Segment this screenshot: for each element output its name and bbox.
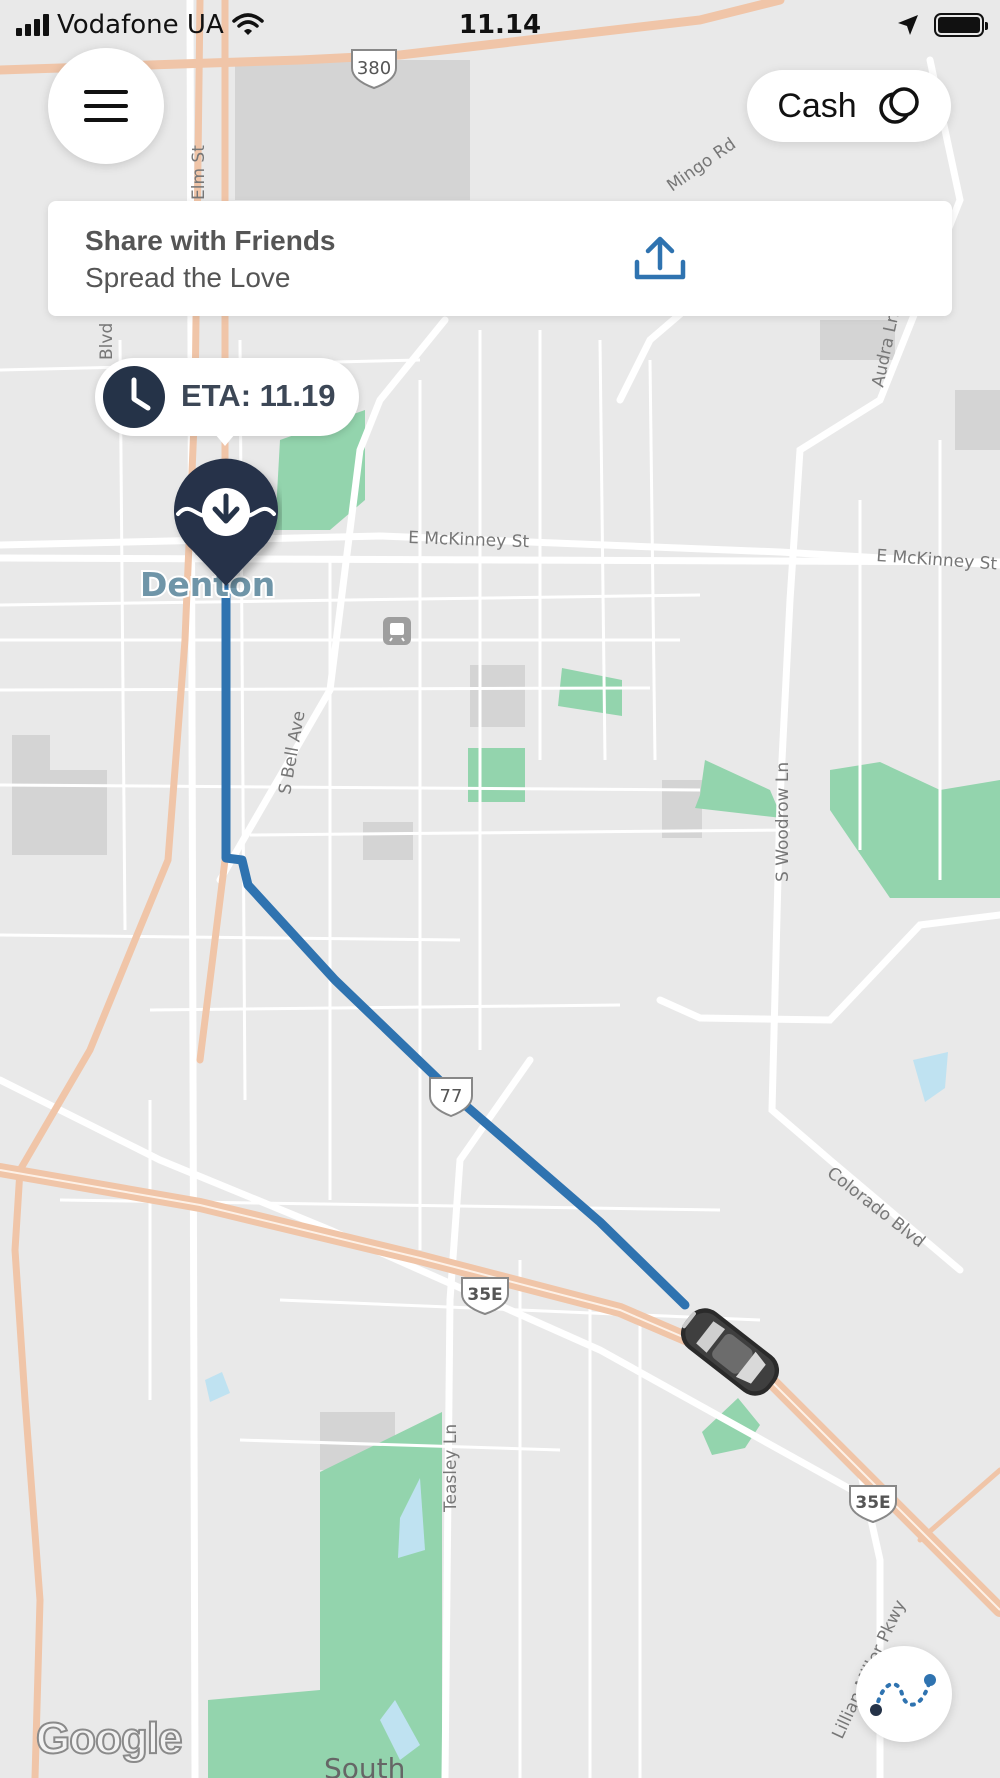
menu-button[interactable] bbox=[48, 48, 164, 164]
status-bar: Vodafone UA 11.14 bbox=[0, 0, 1000, 50]
payment-method-label: Cash bbox=[777, 86, 857, 125]
svg-text:77: 77 bbox=[440, 1086, 463, 1107]
route-path-icon bbox=[870, 1674, 936, 1716]
car-icon bbox=[680, 1308, 780, 1396]
share-upload-icon[interactable] bbox=[632, 234, 688, 284]
area-label-south: South bbox=[324, 1752, 405, 1778]
payment-icon bbox=[878, 87, 919, 124]
hamburger-icon bbox=[84, 90, 128, 122]
location-arrow-icon bbox=[898, 15, 918, 35]
share-banner[interactable]: Share with Friends Spread the Love bbox=[48, 201, 952, 316]
clock-icon bbox=[103, 366, 165, 428]
share-title: Share with Friends bbox=[85, 225, 336, 256]
share-subtitle: Spread the Love bbox=[85, 262, 291, 293]
eta-label: ETA: 11.19 bbox=[181, 378, 336, 413]
street-label-woodrow: S Woodrow Ln bbox=[773, 762, 793, 882]
street-label-mckinney-1: E McKinney St bbox=[408, 528, 530, 552]
eta-pill: ETA: 11.19 bbox=[95, 358, 359, 446]
train-station-icon bbox=[383, 617, 411, 645]
carrier-label: Vodafone UA bbox=[57, 10, 224, 40]
destination-pin-icon bbox=[174, 458, 278, 586]
signal-icon bbox=[16, 14, 49, 36]
svg-text:380: 380 bbox=[357, 58, 391, 79]
street-label-blvd: Blvd bbox=[97, 323, 117, 360]
battery-icon bbox=[934, 13, 988, 37]
google-attribution: Google bbox=[35, 1713, 184, 1764]
route-overview-button[interactable] bbox=[856, 1646, 952, 1742]
wifi-icon bbox=[231, 13, 264, 35]
street-label-elm: Elm St bbox=[189, 145, 209, 200]
svg-text:35E: 35E bbox=[467, 1285, 502, 1305]
payment-method-button[interactable]: Cash bbox=[747, 70, 951, 142]
svg-text:35E: 35E bbox=[855, 1493, 890, 1513]
street-label-teasley: Teasley Ln bbox=[441, 1424, 461, 1513]
